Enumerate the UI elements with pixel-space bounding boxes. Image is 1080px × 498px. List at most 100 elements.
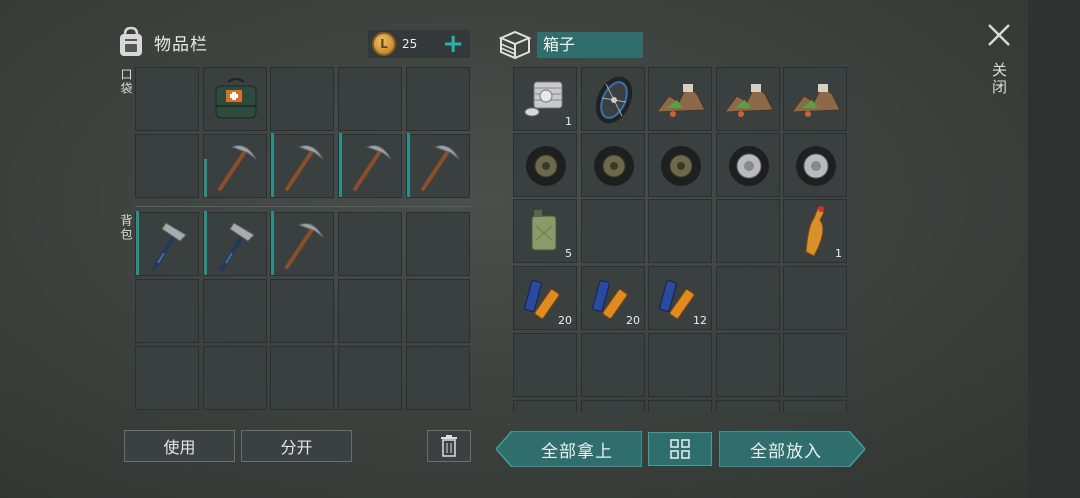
pocket-slot-10[interactable] (406, 133, 470, 198)
pocket-slot-6[interactable] (135, 134, 199, 198)
box-slot-24[interactable] (716, 333, 780, 397)
box-slot-11[interactable]: 5 (513, 199, 577, 263)
scrap-pile-icon (723, 84, 774, 117)
box-slot-12[interactable] (581, 199, 645, 263)
box-slot-6[interactable] (513, 133, 577, 197)
backpack-slot-15[interactable] (406, 346, 470, 410)
box-slot-4[interactable] (716, 67, 780, 131)
tire-icon (594, 146, 634, 186)
right-strip (1028, 0, 1080, 498)
pickaxe-icon (421, 145, 460, 191)
pocket-slot-2[interactable] (203, 67, 267, 131)
scrap-pile-icon (790, 84, 841, 117)
coin-counter: L 25 + (368, 30, 470, 58)
pocket-slot-5[interactable] (406, 67, 470, 131)
box-slot-20[interactable] (783, 266, 847, 330)
backpack-slot-11[interactable] (135, 346, 199, 410)
pocket-slot-1[interactable] (135, 67, 199, 131)
crate-icon (498, 30, 532, 60)
tire-icon (526, 146, 566, 186)
inventory-header: 物品栏 (116, 26, 208, 58)
backpack-icon (120, 26, 142, 56)
inventory-title: 物品栏 (154, 34, 208, 55)
pickaxe-icon (285, 223, 324, 269)
put-all-label: 全部放入 (750, 441, 822, 462)
box-slot-7[interactable] (581, 133, 645, 197)
box-slot-13[interactable] (648, 199, 712, 263)
item-count: 12 (693, 314, 707, 327)
trash-button[interactable] (427, 430, 471, 462)
box-slot-19[interactable] (716, 266, 780, 330)
pickaxe-icon (218, 145, 257, 191)
box-slot-16[interactable]: 20 (513, 266, 577, 330)
backpack-slot-8[interactable] (270, 279, 334, 343)
box-slot-25[interactable] (783, 333, 847, 397)
backpack-slot-4[interactable] (338, 212, 402, 276)
use-button[interactable]: 使用 (124, 430, 235, 462)
add-coins-button[interactable]: + (442, 31, 464, 57)
item-count: 20 (558, 314, 572, 327)
tire-icon (661, 146, 701, 186)
backpack-slot-5[interactable] (406, 212, 470, 276)
box-slot-8[interactable] (648, 133, 712, 197)
close-label[interactable]: 关闭 (989, 62, 1010, 96)
item-count: 1 (835, 247, 842, 260)
backpack-slot-2[interactable] (203, 211, 267, 276)
backpack-label: 背包 (119, 214, 133, 242)
pocket-slot-4[interactable] (338, 67, 402, 131)
box-slot-23[interactable] (648, 333, 712, 397)
box-slot-22[interactable] (581, 333, 645, 397)
close-icon[interactable] (986, 22, 1012, 48)
backpack-slot-9[interactable] (338, 279, 402, 343)
box-slot-17[interactable]: 20 (581, 266, 645, 330)
pocket-slot-9[interactable] (338, 133, 402, 198)
pocket-slot-3[interactable] (270, 67, 334, 131)
backpack-slot-10[interactable] (406, 279, 470, 343)
pockets-label: 口袋 (119, 68, 133, 96)
box-slot-partial (648, 400, 712, 412)
pickaxe-icon (285, 145, 324, 191)
backpack-slot-12[interactable] (203, 346, 267, 410)
pockets-divider (135, 206, 471, 207)
box-slot-21[interactable] (513, 333, 577, 397)
backpack-slot-1[interactable] (135, 211, 199, 276)
box-slot-partial (783, 400, 847, 412)
box-slot-3[interactable] (648, 67, 712, 131)
box-slot-14[interactable] (716, 199, 780, 263)
hammer-icon (220, 222, 255, 271)
box-slot-15[interactable]: 1 (783, 199, 847, 263)
box-slot-9[interactable] (716, 133, 780, 197)
item-count: 20 (626, 314, 640, 327)
coin-value: 25 (402, 37, 418, 51)
box-title: 箱子 (537, 32, 643, 58)
backpack-slot-7[interactable] (203, 279, 267, 343)
pickaxe-icon (353, 145, 392, 191)
backpack-slot-13[interactable] (270, 346, 334, 410)
box-slot-5[interactable] (783, 67, 847, 131)
pocket-slot-8[interactable] (270, 133, 334, 198)
hammer-icon (152, 222, 187, 271)
pocket-slot-7[interactable] (203, 134, 267, 198)
box-header (497, 28, 533, 60)
take-all-label: 全部拿上 (541, 441, 613, 462)
box-slot-18[interactable]: 12 (648, 266, 712, 330)
trash-icon (441, 435, 457, 457)
medkit-bag-icon (215, 78, 257, 119)
box-slot-partial (581, 400, 645, 412)
box-slot-partial (716, 400, 780, 412)
backpack-slot-3[interactable] (270, 211, 334, 276)
box-slot-1[interactable]: 1 (513, 67, 577, 131)
item-count: 1 (565, 115, 572, 128)
grid-sort-icon (670, 439, 690, 459)
box-slot-2[interactable] (581, 67, 645, 131)
backpack-slot-14[interactable] (338, 346, 402, 410)
sort-button[interactable] (648, 432, 712, 466)
box-slot-10[interactable] (783, 133, 847, 197)
car-wheel-icon (729, 146, 769, 186)
bicycle-wheel-icon (595, 76, 633, 124)
coin-icon: L (372, 32, 396, 56)
car-wheel-icon (796, 146, 836, 186)
scrap-pile-icon (655, 84, 706, 117)
backpack-slot-6[interactable] (135, 279, 199, 343)
split-button[interactable]: 分开 (241, 430, 352, 462)
